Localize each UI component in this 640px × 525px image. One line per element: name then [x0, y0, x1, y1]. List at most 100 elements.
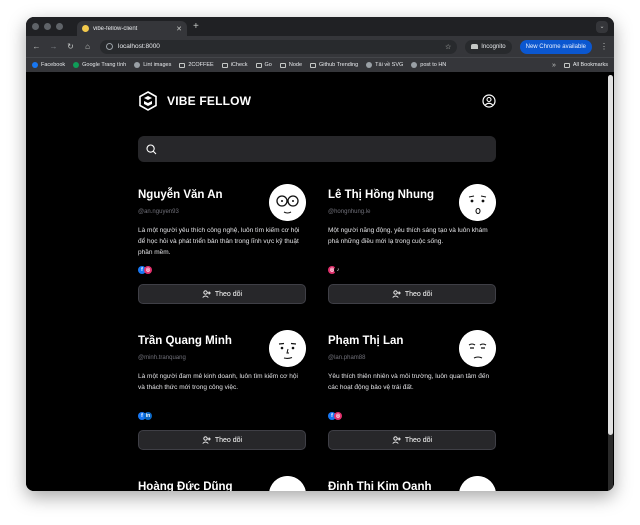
folder-icon	[279, 62, 286, 68]
user-avatar[interactable]	[459, 476, 496, 491]
user-card: Trần Quang Minh @minh.tranquang Là một ngư…	[138, 330, 306, 393]
social-links: f ◎	[138, 266, 152, 274]
user-bio: Yêu thích thiên nhiên và môi trường, luô…	[328, 373, 490, 391]
bookmark-label: Node	[288, 62, 303, 68]
incognito-label: Incognito	[481, 43, 506, 50]
bookmark-item[interactable]: Google Trang tính	[73, 62, 126, 68]
user-avatar[interactable]	[459, 330, 496, 367]
user-account-icon[interactable]	[482, 94, 496, 108]
site-info-icon[interactable]	[106, 43, 113, 50]
bookmark-item[interactable]: 2COFFEE	[179, 62, 214, 68]
brand-title[interactable]: VIBE FELLOW	[167, 94, 251, 108]
update-chrome-button[interactable]: New Chrome available	[519, 39, 592, 54]
bookmark-item[interactable]: post to HN	[411, 62, 446, 68]
add-user-icon	[392, 436, 401, 444]
all-bookmarks-button[interactable]: All Bookmarks	[563, 62, 608, 68]
instagram-icon[interactable]: ◎	[144, 266, 152, 274]
folder-icon	[255, 62, 262, 68]
bookmark-favicon-icon	[366, 62, 373, 68]
home-button[interactable]: ⌂	[83, 42, 92, 51]
user-avatar[interactable]	[269, 476, 306, 491]
social-links: f in	[138, 412, 152, 420]
bookmark-label: Facebook	[41, 62, 66, 68]
follow-label: Theo dõi	[404, 290, 433, 298]
bookmarks-overflow-icon[interactable]: »	[552, 62, 556, 69]
page-content: VIBE FELLOW Nguyễn Văn An @an.nguyen93 Là …	[26, 73, 614, 491]
bookmark-item[interactable]: Go	[255, 62, 272, 68]
url-text: localhost:8000	[118, 43, 160, 50]
bookmark-label: iCheck	[230, 62, 248, 68]
follow-button[interactable]: Theo dõi	[138, 430, 306, 450]
app-header: VIBE FELLOW	[138, 90, 496, 112]
follow-label: Theo dõi	[214, 436, 243, 444]
bookmark-item[interactable]: Facebook	[32, 62, 65, 68]
new-tab-button[interactable]: +	[193, 21, 199, 32]
all-bookmarks-label: All Bookmarks	[572, 62, 608, 68]
social-links: ◎ ♪	[328, 266, 342, 274]
bookmark-favicon-icon	[134, 62, 141, 68]
close-window-button[interactable]	[32, 23, 39, 30]
tab-active[interactable]: vibe-fellow-client ✕	[77, 21, 187, 36]
search-bar	[138, 136, 496, 162]
folder-icon	[310, 62, 317, 68]
follow-button[interactable]: Theo dõi	[328, 284, 496, 304]
bookmark-favicon-icon	[32, 62, 38, 68]
folder-icon	[563, 62, 570, 68]
follow-label: Theo dõi	[404, 436, 433, 444]
user-avatar[interactable]	[269, 184, 306, 221]
bookmark-label: 2COFFEE	[188, 62, 214, 68]
user-bio: Là một người yêu thích công nghệ, luôn t…	[138, 227, 300, 256]
bookmark-item[interactable]: Github Trending	[310, 62, 358, 68]
incognito-indicator[interactable]: Incognito	[465, 39, 512, 54]
bookmark-favicon-icon	[73, 62, 80, 68]
more-menu-icon[interactable]: ⋮	[600, 42, 608, 51]
tab-title: vibe-fellow-client	[93, 25, 138, 32]
browser-window: vibe-fellow-client ✕ + ⌄ ← → ↻ ⌂ localho…	[26, 17, 614, 491]
tab-close-icon[interactable]: ✕	[176, 25, 182, 33]
tab-search-button[interactable]: ⌄	[596, 20, 608, 33]
back-button[interactable]: ←	[32, 42, 41, 51]
user-avatar[interactable]	[269, 330, 306, 367]
bookmark-favicon-icon	[411, 62, 418, 68]
page-scrollbar[interactable]	[608, 75, 613, 491]
add-user-icon	[392, 290, 401, 298]
user-card: Nguyễn Văn An @an.nguyen93 Là một người yê…	[138, 184, 306, 258]
scrollbar-thumb[interactable]	[608, 75, 613, 435]
bookmark-item[interactable]: Node	[279, 62, 303, 68]
follow-button[interactable]: Theo dõi	[328, 430, 496, 450]
bookmark-item[interactable]: Tải về SVG	[366, 62, 403, 68]
follow-label: Theo dõi	[214, 290, 243, 298]
vibe-fellow-logo-icon[interactable]	[138, 91, 158, 111]
bookmark-item[interactable]: Lint images	[134, 62, 171, 68]
search-icon	[146, 143, 157, 154]
search-input[interactable]	[163, 144, 483, 154]
tab-favicon	[82, 25, 89, 32]
reload-button[interactable]: ↻	[66, 42, 75, 51]
linkedin-icon[interactable]: in	[144, 412, 152, 420]
user-card: Đinh Thị Kim Oanh	[328, 476, 496, 491]
incognito-icon	[471, 44, 479, 49]
user-bio: Là một người đam mê kinh doanh, luôn tìm…	[138, 373, 298, 391]
folder-icon	[221, 62, 228, 68]
user-card: Phạm Thị Lan @lan.pham88 Yêu thích thiên n…	[328, 330, 496, 393]
bookmark-label: Lint images	[143, 62, 172, 68]
user-card: Hoàng Đức Dũng	[138, 476, 306, 491]
forward-button[interactable]: →	[49, 42, 58, 51]
address-bar[interactable]: localhost:8000 ☆	[100, 39, 458, 54]
bookmark-label: Github Trending	[319, 62, 359, 68]
bookmark-star-icon[interactable]: ☆	[445, 43, 451, 51]
maximize-window-button[interactable]	[56, 23, 63, 30]
bookmark-item[interactable]: iCheck	[221, 62, 248, 68]
browser-toolbar: ← → ↻ ⌂ localhost:8000 ☆ Incognito New C…	[26, 36, 614, 57]
user-bio: Một người năng động, yêu thích sáng tạo …	[328, 227, 488, 245]
bookmark-label: Tải về SVG	[375, 62, 404, 68]
follow-button[interactable]: Theo dõi	[138, 284, 306, 304]
user-card: Lê Thị Hồng Nhung @hongnhung.le Một người …	[328, 184, 496, 247]
instagram-icon[interactable]: ◎	[334, 412, 342, 420]
minimize-window-button[interactable]	[44, 23, 51, 30]
folder-icon	[179, 62, 186, 68]
add-user-icon	[202, 290, 211, 298]
tiktok-icon[interactable]: ♪	[334, 266, 342, 274]
user-avatar[interactable]	[459, 184, 496, 221]
bookmark-label: Go	[264, 62, 272, 68]
